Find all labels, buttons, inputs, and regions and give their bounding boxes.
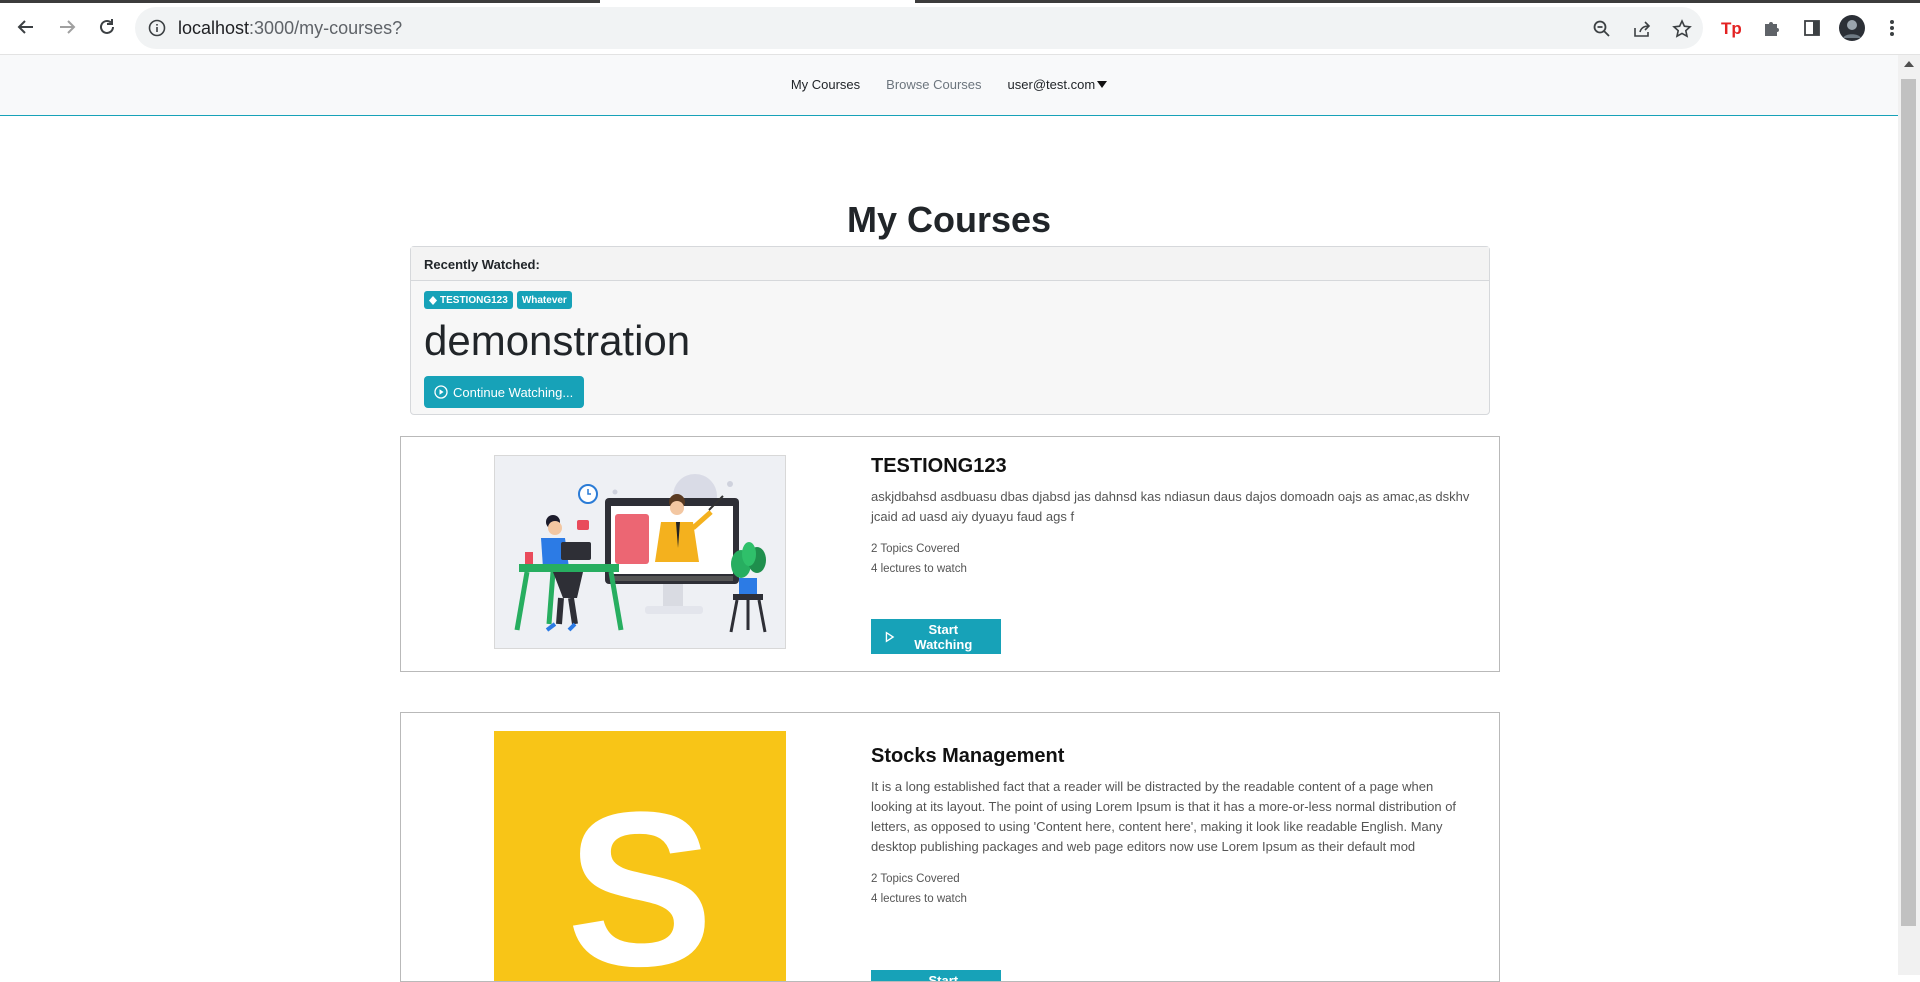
recently-watched-card: Recently Watched: TESTIONG123 Whatever d… [410,246,1490,415]
zoom-icon[interactable] [1591,18,1613,40]
url-host: localhost [178,18,249,38]
course-badge: TESTIONG123 [424,291,513,309]
info-icon[interactable] [148,19,166,37]
page-scrollbar[interactable] [1898,55,1920,975]
course-card: TESTIONG123 askjdbahsd asdbuasu dbas dja… [400,436,1500,672]
start-watching-button[interactable]: Start Watching [871,970,1001,982]
address-bar[interactable]: localhost:3000/my-courses? [135,7,1703,49]
scroll-thumb[interactable] [1901,79,1916,926]
nav-browse-courses[interactable]: Browse Courses [886,77,981,92]
recently-watched-header: Recently Watched: [411,247,1489,281]
star-icon[interactable] [1671,18,1693,40]
user-email: user@test.com [1008,77,1096,92]
course-thumbnail[interactable]: S [494,731,786,982]
course-thumbnail[interactable] [494,455,786,649]
course-title[interactable]: TESTIONG123 [871,455,1471,478]
site-navbar: My Courses Browse Courses user@test.com [0,55,1898,116]
url-text[interactable]: localhost:3000/my-courses? [178,18,402,39]
diamond-icon [429,296,437,305]
reload-icon[interactable] [94,14,120,40]
profile-avatar[interactable] [1838,14,1866,42]
course-info: Stocks Management It is a long establish… [871,745,1471,909]
topics-count: 2 Topics Covered [871,539,1471,559]
course-badge-label: TESTIONG123 [440,295,508,306]
scroll-up-icon[interactable] [1904,61,1914,67]
url-path: :3000/my-courses? [249,18,402,38]
topic-badge: Whatever [517,291,572,309]
caret-down-icon [1097,81,1107,88]
course-description: askjdbahsd asdbuasu dbas djabsd jas dahn… [871,487,1471,527]
lectures-count: 4 lectures to watch [871,559,1471,579]
kebab-menu-icon[interactable] [1878,14,1906,42]
play-icon [885,631,895,643]
share-icon[interactable] [1631,18,1653,40]
tab-strip-edge [0,0,1920,3]
nav-my-courses[interactable]: My Courses [791,77,860,92]
topics-count: 2 Topics Covered [871,869,1471,889]
lesson-title: demonstration [424,317,690,365]
puzzle-icon[interactable] [1758,14,1786,42]
start-watching-button[interactable]: Start Watching [871,619,1001,654]
nav-links: My Courses Browse Courses user@test.com [0,77,1898,92]
tp-extension-icon[interactable]: Tp [1718,14,1746,42]
svg-text:Tp: Tp [1721,19,1742,38]
course-info: TESTIONG123 askjdbahsd asdbuasu dbas dja… [871,455,1471,579]
course-card: S Stocks Management It is a long establi… [400,712,1500,982]
thumbnail-letter: S [494,779,786,982]
continue-watching-label: Continue Watching... [453,385,573,400]
sidepanel-icon[interactable] [1798,14,1826,42]
page-title: My Courses [0,199,1898,241]
continue-watching-button[interactable]: Continue Watching... [424,376,584,408]
online-class-illustration [495,456,786,649]
course-title[interactable]: Stocks Management [871,745,1471,768]
lectures-count: 4 lectures to watch [871,889,1471,909]
course-description: It is a long established fact that a rea… [871,777,1471,857]
user-menu-dropdown[interactable]: user@test.com [1008,77,1108,92]
back-icon[interactable] [13,14,39,40]
start-watching-label: Start Watching [900,973,987,982]
play-circle-icon [434,385,448,399]
lesson-badges: TESTIONG123 Whatever [424,291,572,309]
forward-icon[interactable] [54,14,80,40]
browser-toolbar: localhost:3000/my-courses? Tp [0,0,1920,55]
start-watching-label: Start Watching [900,622,987,652]
